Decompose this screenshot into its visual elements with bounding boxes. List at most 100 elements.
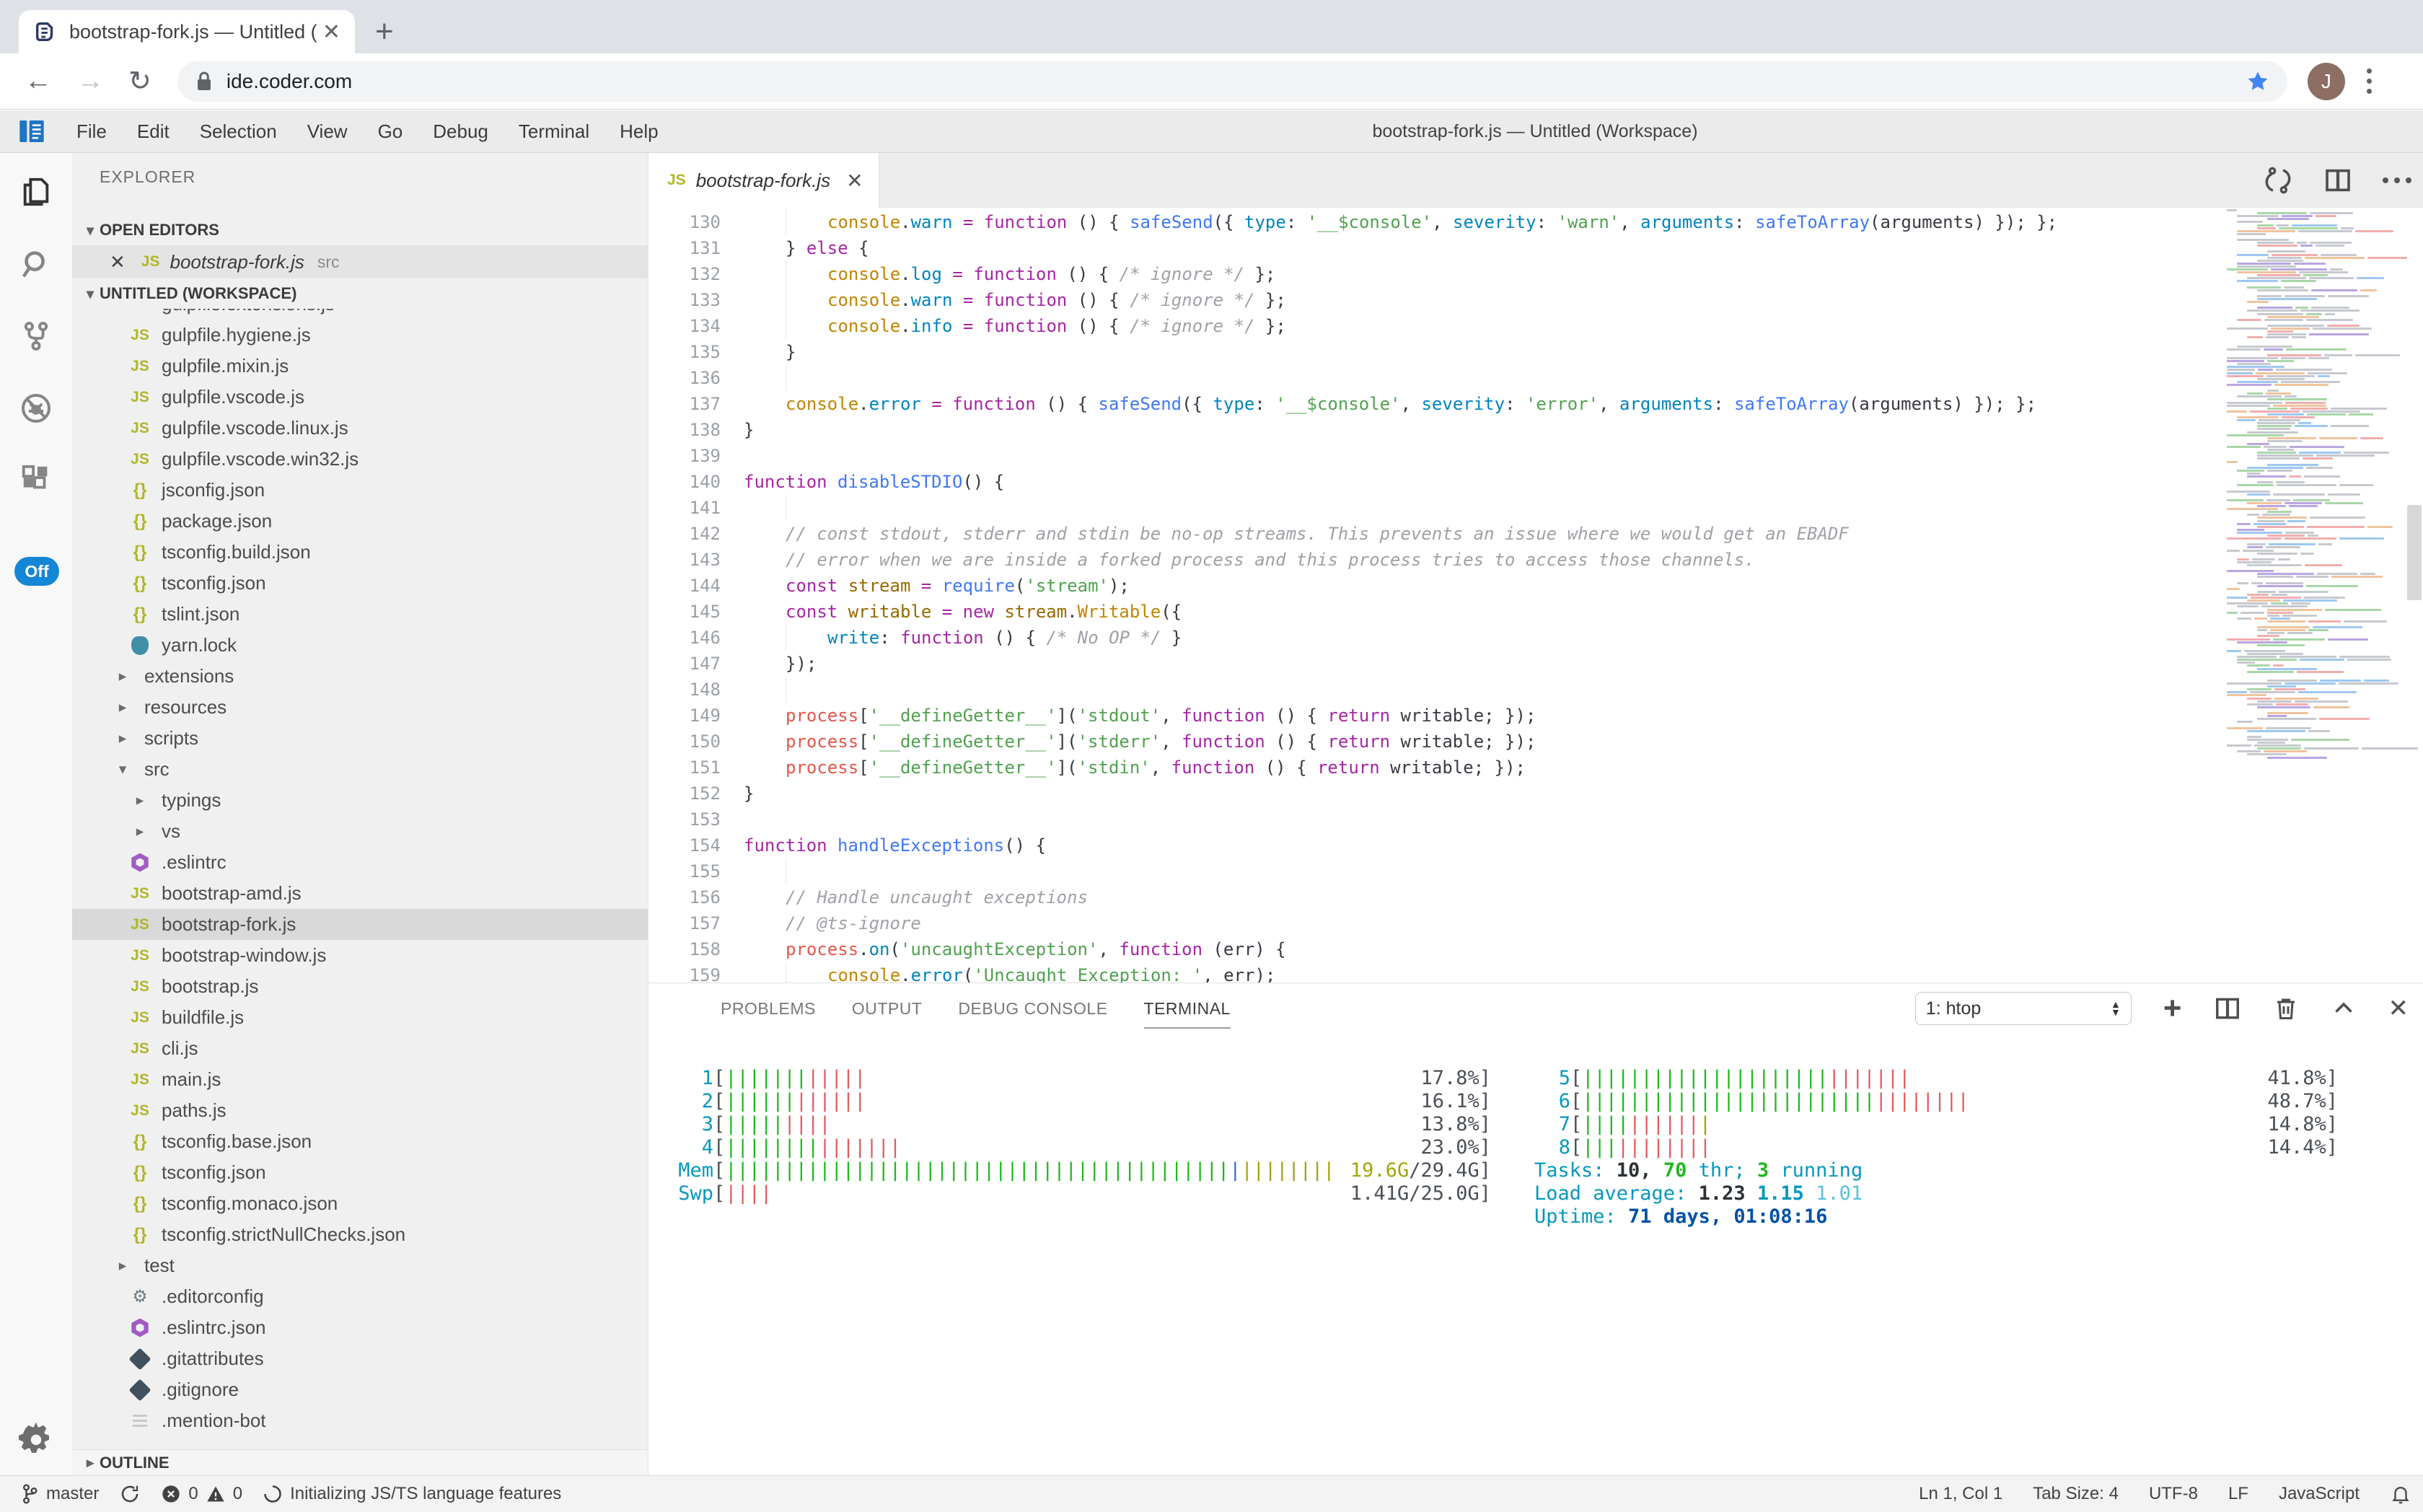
eol[interactable]: LF [2228,1484,2248,1504]
panel-tab-terminal[interactable]: TERMINAL [1144,999,1231,1029]
code-line[interactable]: 149process['__defineGetter__']('stdout',… [648,703,2207,729]
menu-item-go[interactable]: Go [378,120,403,142]
file-row[interactable]: .gitignore [72,1374,648,1405]
code-line[interactable]: 138} [648,417,2207,443]
code-line[interactable]: 133console.warn = function () { /* ignor… [648,287,2207,313]
more-actions-icon[interactable] [2383,177,2411,183]
explorer-icon[interactable] [17,173,55,211]
file-row[interactable]: JSgulpfile.vscode.js [72,382,648,413]
code-line[interactable]: 143// error when we are inside a forked … [648,547,2207,573]
file-row[interactable]: {}tsconfig.json [72,1157,648,1188]
file-row[interactable]: .mention-bot [72,1405,648,1436]
file-row[interactable]: {}package.json [72,506,648,537]
code-line[interactable]: 145const writable = new stream.Writable(… [648,599,2207,625]
file-row[interactable]: JSpaths.js [72,1095,648,1126]
menu-item-help[interactable]: Help [620,120,658,142]
code-line[interactable]: 146write: function () { /* No OP */ } [648,625,2207,651]
code-line[interactable]: 148 [648,677,2207,703]
url-bar[interactable]: ide.coder.com [177,61,2287,102]
code-line[interactable]: 141 [648,495,2207,521]
file-row[interactable]: {}tsconfig.monaco.json [72,1188,648,1219]
file-row[interactable]: ⚙.editorconfig [72,1281,648,1312]
code-line[interactable]: 154function handleExceptions() { [648,832,2207,858]
panel-tab-debug-console[interactable]: DEBUG CONSOLE [958,999,1107,1029]
avatar[interactable]: J [2308,63,2345,100]
new-terminal-icon[interactable]: + [2163,990,2182,1027]
menu-item-debug[interactable]: Debug [433,120,488,142]
file-row[interactable]: {}tsconfig.json [72,568,648,599]
source-control-icon[interactable] [17,317,55,355]
code-line[interactable]: 130console.warn = function () { safeSend… [648,209,2207,235]
file-row[interactable]: JSgulpfile.vscode.linux.js [72,413,648,444]
code-editor[interactable]: 129console.log = function () { safeSend(… [648,208,2423,983]
file-row[interactable]: ▸test [72,1250,648,1281]
workspace-header[interactable]: ▾ UNTITLED (WORKSPACE) [72,278,648,309]
file-row[interactable]: JSbuildfile.js [72,1002,648,1033]
browser-menu-icon[interactable] [2367,69,2372,94]
open-editors-header[interactable]: ▾ OPEN EDITORS [72,215,648,245]
code-line[interactable]: 151process['__defineGetter__']('stdin', … [648,755,2207,781]
file-row[interactable]: .eslintrc [72,847,648,878]
bell-icon[interactable] [2390,1483,2411,1505]
menu-item-edit[interactable]: Edit [137,120,170,142]
code-line[interactable]: 139 [648,443,2207,469]
maximize-panel-icon[interactable] [2331,995,2357,1021]
code-line[interactable]: 157// @ts-ignore [648,910,2207,936]
file-row[interactable]: ▸extensions [72,661,648,692]
debug-disabled-icon[interactable] [17,390,55,427]
menu-item-selection[interactable]: Selection [200,120,277,142]
file-row[interactable]: JSbootstrap-window.js [72,940,648,971]
split-terminal-icon[interactable] [2214,995,2241,1022]
code-line[interactable]: 147}); [648,651,2207,677]
settings-gear-icon[interactable] [17,1419,55,1456]
file-row[interactable]: {}tslint.json [72,599,648,630]
open-editor-item[interactable]: ✕ JS bootstrap-fork.js src [72,245,648,278]
file-row[interactable]: JSgulpfile.mixin.js [72,351,648,382]
file-row[interactable]: ▸vs [72,816,648,847]
code-line[interactable]: 137console.error = function () { safeSen… [648,391,2207,417]
new-tab-button[interactable]: + [375,16,394,48]
file-row[interactable]: JSmain.js [72,1064,648,1095]
bookmark-star-icon[interactable] [2246,69,2270,94]
panel-tab-output[interactable]: OUTPUT [852,999,923,1029]
code-line[interactable]: 152} [648,781,2207,806]
menu-item-terminal[interactable]: Terminal [519,120,589,142]
file-row[interactable]: {}tsconfig.strictNullChecks.json [72,1219,648,1250]
sync-changes-icon[interactable] [2263,165,2293,195]
close-panel-icon[interactable]: ✕ [2388,994,2409,1023]
reload-icon[interactable]: ↻ [128,65,151,97]
code-line[interactable]: 156// Handle uncaught exceptions [648,884,2207,910]
file-row[interactable]: ▸typings [72,785,648,816]
file-row[interactable]: JSbootstrap-fork.js [72,909,648,940]
language-mode[interactable]: JavaScript [2279,1484,2360,1504]
git-branch-item[interactable]: master [20,1483,99,1505]
code-line[interactable]: 131} else { [648,235,2207,261]
problems-item[interactable]: 0 0 [161,1484,242,1504]
terminal-select[interactable]: 1: htop ▲▼ [1915,992,2132,1025]
editor-scrollbar-thumb[interactable] [2407,505,2422,600]
code-line[interactable]: 150process['__defineGetter__']('stderr',… [648,729,2207,755]
sync-item[interactable] [119,1483,141,1505]
back-icon[interactable]: ← [25,66,52,97]
search-icon[interactable] [17,245,55,283]
file-row[interactable]: yarn.lock [72,630,648,661]
tab-size[interactable]: Tab Size: 4 [2033,1484,2119,1504]
browser-tab[interactable]: bootstrap-fork.js — Untitled (W ✕ [19,10,355,53]
coder-logo-icon[interactable] [17,117,46,146]
code-line[interactable]: 158process.on('uncaughtException', funct… [648,936,2207,962]
code-line[interactable]: 140function disableSTDIO() { [648,469,2207,495]
file-row[interactable]: JSgulpfile.vscode.win32.js [72,444,648,475]
outline-header[interactable]: ▸ OUTLINE [72,1449,648,1475]
editor-tab[interactable]: JS bootstrap-fork.js ✕ [648,153,879,208]
encoding[interactable]: UTF-8 [2149,1484,2198,1504]
close-icon[interactable]: ✕ [110,251,126,273]
file-row[interactable]: ▾src [72,754,648,785]
status-badge[interactable]: Off [14,557,59,586]
split-editor-icon[interactable] [2323,166,2352,195]
file-row[interactable]: ▸resources [72,692,648,723]
minimap[interactable] [2222,209,2404,765]
code-line[interactable]: 136 [648,365,2207,391]
code-line[interactable]: 155 [648,858,2207,884]
code-line[interactable]: 144const stream = require('stream'); [648,573,2207,599]
cursor-position[interactable]: Ln 1, Col 1 [1919,1484,2002,1504]
